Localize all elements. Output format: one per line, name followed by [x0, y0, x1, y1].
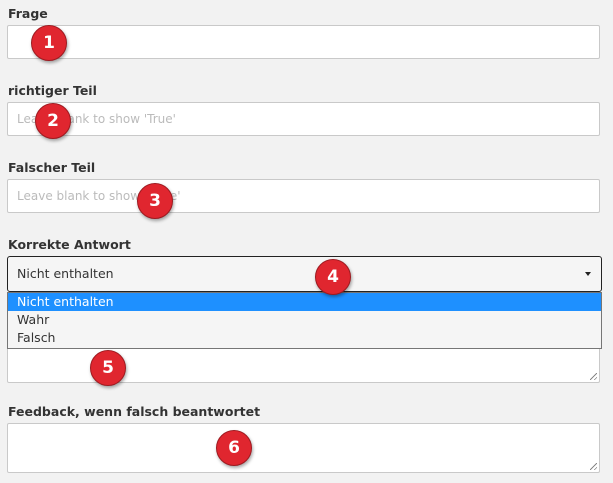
feedback-falsch-textarea[interactable] [7, 423, 600, 473]
frage-label: Frage [8, 6, 48, 21]
feedback-falsch-label: Feedback, wenn falsch beantwortet [8, 404, 261, 419]
korrekte-antwort-label: Korrekte Antwort [8, 237, 131, 252]
option-falsch[interactable]: Falsch [8, 329, 601, 347]
korrekte-antwort-select[interactable]: Nicht enthalten [7, 256, 602, 292]
chevron-down-icon[interactable] [585, 272, 591, 276]
callout-badge-5: 5 [90, 350, 126, 386]
callout-badge-1: 1 [31, 25, 67, 61]
question-form: Frage richtiger Teil Leave blank to show… [0, 0, 613, 483]
richtiger-teil-input[interactable]: Leave blank to show 'True' [7, 102, 600, 136]
resize-handle-icon[interactable] [590, 463, 597, 470]
frage-input[interactable] [7, 25, 600, 59]
option-nicht-enthalten[interactable]: Nicht enthalten [8, 293, 601, 311]
callout-badge-4: 4 [315, 259, 351, 295]
option-wahr[interactable]: Wahr [8, 311, 601, 329]
falscher-teil-input[interactable]: Leave blank to show 'False' [7, 179, 600, 213]
resize-handle-icon[interactable] [590, 373, 597, 380]
falscher-teil-label: Falscher Teil [8, 160, 96, 175]
richtiger-teil-label: richtiger Teil [8, 83, 97, 98]
callout-badge-3: 3 [137, 183, 173, 219]
callout-badge-2: 2 [35, 103, 71, 139]
korrekte-antwort-dropdown: Nicht enthalten Wahr Falsch [7, 292, 602, 349]
callout-badge-6: 6 [216, 430, 252, 466]
select-value: Nicht enthalten [17, 266, 114, 281]
